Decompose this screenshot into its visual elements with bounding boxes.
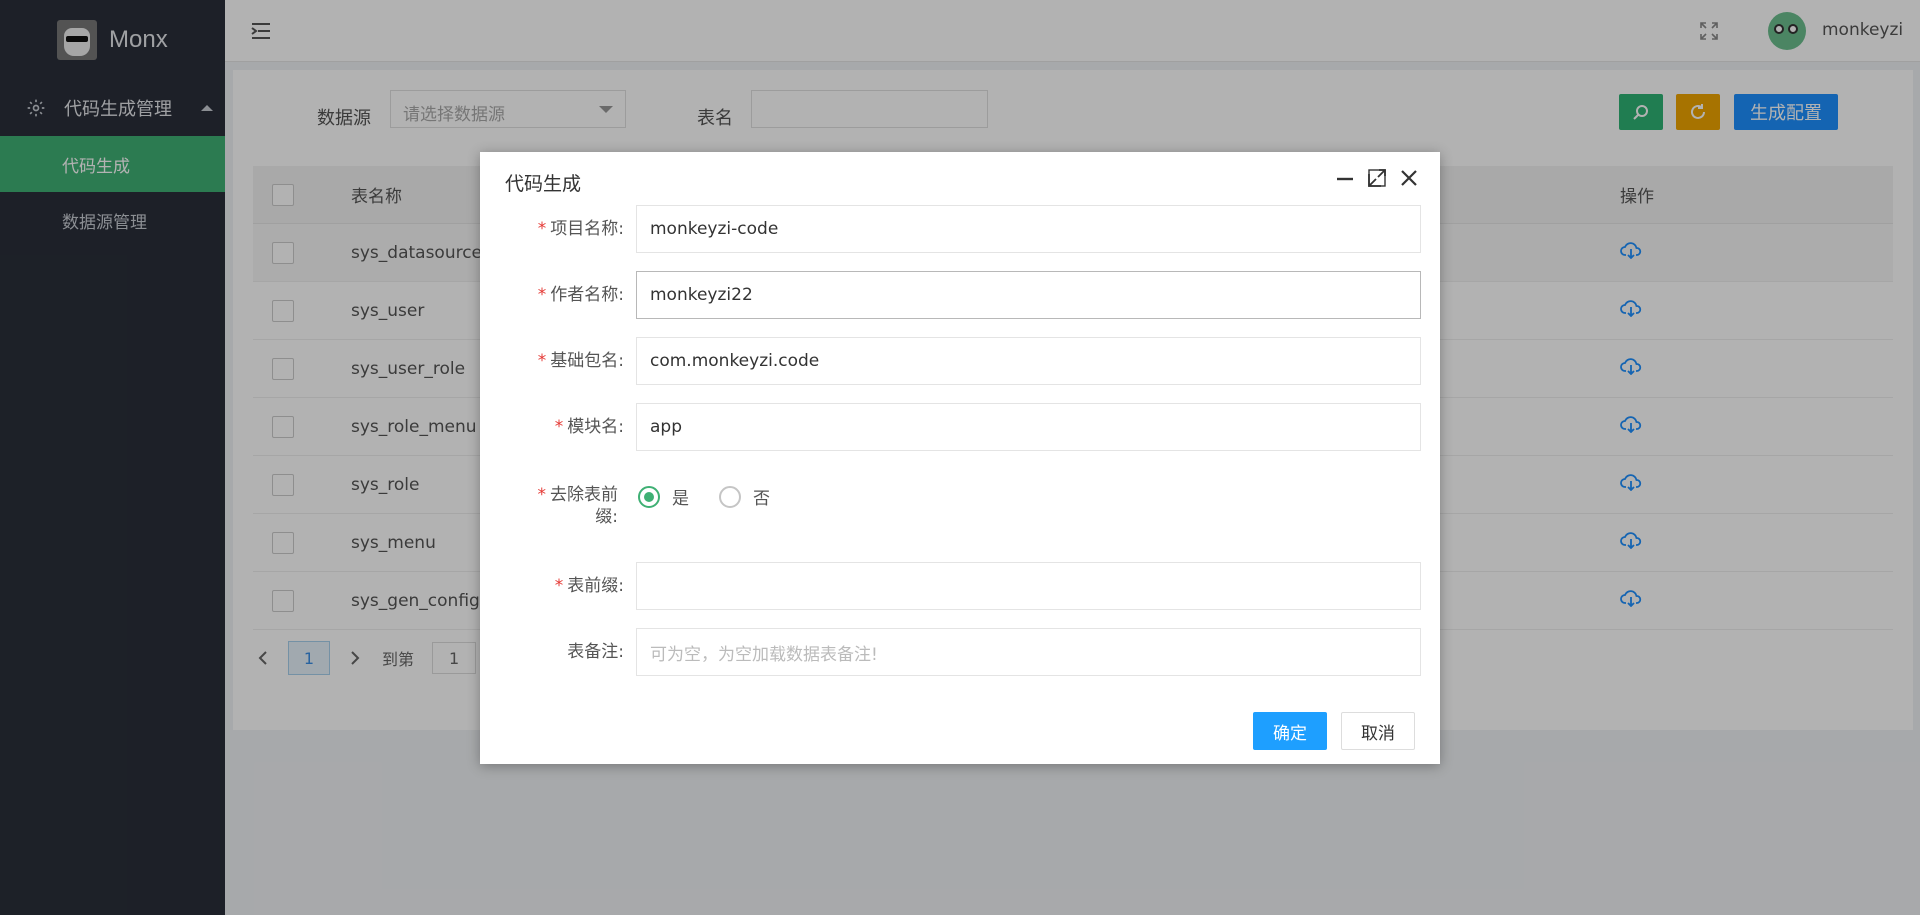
table-comment-input[interactable]: 可为空，为空加载数据表备注! (636, 628, 1421, 676)
required-mark: * (537, 485, 547, 505)
minimize-icon[interactable] (1335, 168, 1355, 188)
required-mark: * (537, 285, 547, 305)
author-name-input[interactable]: monkeyzi22 (636, 271, 1421, 319)
required-mark: * (537, 351, 547, 371)
radio-yes[interactable] (638, 485, 660, 508)
radio-yes-label[interactable]: 是 (672, 484, 689, 509)
author-name-label: 作者名称: (550, 285, 624, 305)
project-name-label: 项目名称: (550, 219, 624, 239)
module-name-label: 模块名: (567, 417, 624, 437)
radio-no[interactable] (719, 485, 741, 508)
remove-prefix-label: 去除表前 (550, 485, 618, 505)
close-icon[interactable] (1399, 168, 1419, 188)
module-name-input[interactable]: app (636, 403, 1421, 451)
table-comment-placeholder: 可为空，为空加载数据表备注! (650, 644, 878, 665)
project-name-input[interactable]: monkeyzi-code (636, 205, 1421, 253)
required-mark: * (554, 576, 564, 596)
base-package-label: 基础包名: (550, 351, 624, 371)
confirm-button[interactable]: 确定 (1253, 712, 1327, 750)
table-prefix-label: 表前缀: (567, 576, 624, 596)
code-gen-dialog: 代码生成 * 项目名称: monkeyzi-code * 作者名称: monkeyz… (480, 152, 1440, 764)
radio-no-label[interactable]: 否 (753, 484, 770, 509)
required-mark: * (537, 219, 547, 239)
table-prefix-input[interactable] (636, 562, 1421, 610)
prefix-radio-group: 是 否 (638, 484, 770, 509)
maximize-icon[interactable] (1367, 168, 1387, 188)
required-mark: * (554, 417, 564, 437)
dialog-title: 代码生成 (505, 173, 582, 195)
remove-prefix-label-cont: 缀: (595, 507, 618, 527)
base-package-input[interactable]: com.monkeyzi.code (636, 337, 1421, 385)
cancel-button[interactable]: 取消 (1341, 712, 1415, 750)
table-comment-label: 表备注: (567, 642, 624, 662)
